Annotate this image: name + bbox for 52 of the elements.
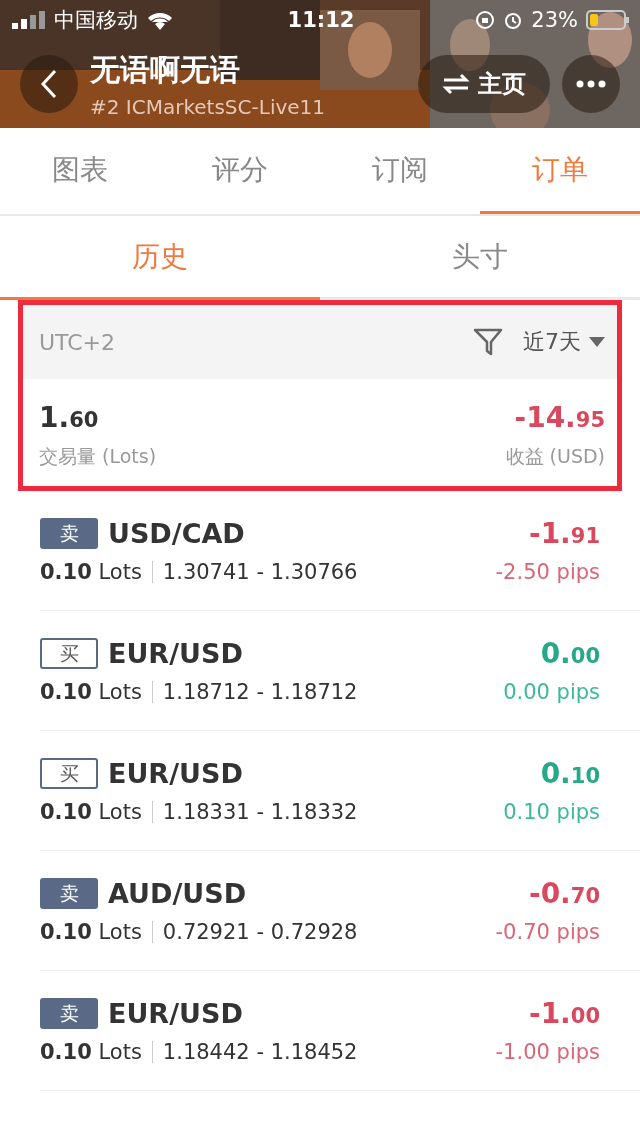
back-icon: [40, 69, 58, 99]
pips-value: -2.50 pips: [495, 560, 600, 584]
currency-pair: EUR/USD: [108, 758, 243, 789]
lot-size: 0.10 Lots: [40, 1040, 142, 1064]
currency-pair: EUR/USD: [108, 998, 243, 1029]
wifi-icon: [146, 10, 174, 30]
order-profit: 0.00: [540, 637, 600, 670]
volume-label: 交易量 (Lots): [39, 444, 157, 469]
side-tag: 卖: [40, 998, 98, 1029]
lot-size: 0.10 Lots: [40, 680, 142, 704]
price-range: 0.72921 - 0.72928: [162, 920, 358, 944]
more-icon: [576, 80, 606, 88]
price-range: 1.30741 - 1.30766: [162, 560, 358, 584]
timezone-label: UTC+2: [39, 329, 117, 355]
volume-value: 1.60: [39, 401, 99, 434]
filter-icon[interactable]: [473, 327, 503, 357]
caret-icon: [589, 337, 605, 347]
battery-percent: 23%: [531, 8, 578, 32]
alarm-icon: [503, 10, 524, 30]
pips-value: -1.00 pips: [495, 1040, 600, 1064]
price-range: 1.18331 - 1.18332: [162, 800, 358, 824]
lot-size: 0.10 Lots: [40, 800, 142, 824]
home-button[interactable]: 主页: [418, 55, 550, 113]
swap-icon: [442, 73, 470, 95]
currency-pair: USD/CAD: [108, 518, 245, 549]
price-range: 1.18442 - 1.18452: [162, 1040, 358, 1064]
pips-value: 0.10 pips: [503, 800, 600, 824]
currency-pair: EUR/USD: [108, 638, 243, 669]
battery-icon: [586, 10, 630, 30]
pips-value: 0.00 pips: [503, 680, 600, 704]
currency-pair: AUD/USD: [108, 878, 247, 909]
lot-size: 0.10 Lots: [40, 920, 142, 944]
order-profit: 0.10: [540, 757, 600, 790]
order-profit: -0.70: [529, 877, 600, 910]
carrier-name: 中国移动: [54, 7, 138, 34]
side-tag: 卖: [40, 878, 98, 909]
period-dropdown[interactable]: 近7天: [523, 327, 605, 357]
order-profit: -1.00: [529, 997, 600, 1030]
side-tag: 买: [40, 638, 98, 669]
lot-size: 0.10 Lots: [40, 560, 142, 584]
account-subtitle: #2 ICMarketsSC-Live11: [90, 94, 327, 119]
side-tag: 卖: [40, 518, 98, 549]
pips-value: -0.70 pips: [495, 920, 600, 944]
order-profit: -1.91: [529, 517, 600, 550]
signal-icon: [12, 11, 46, 29]
price-range: 1.18712 - 1.18712: [162, 680, 358, 704]
profit-label: 收益 (USD): [505, 444, 605, 469]
side-tag: 买: [40, 758, 98, 789]
page-title: 无语啊无语: [90, 50, 241, 89]
rotation-lock-icon: [475, 10, 496, 30]
profit-value: -14.95: [514, 401, 605, 434]
clock-time: 11:12: [287, 8, 355, 32]
